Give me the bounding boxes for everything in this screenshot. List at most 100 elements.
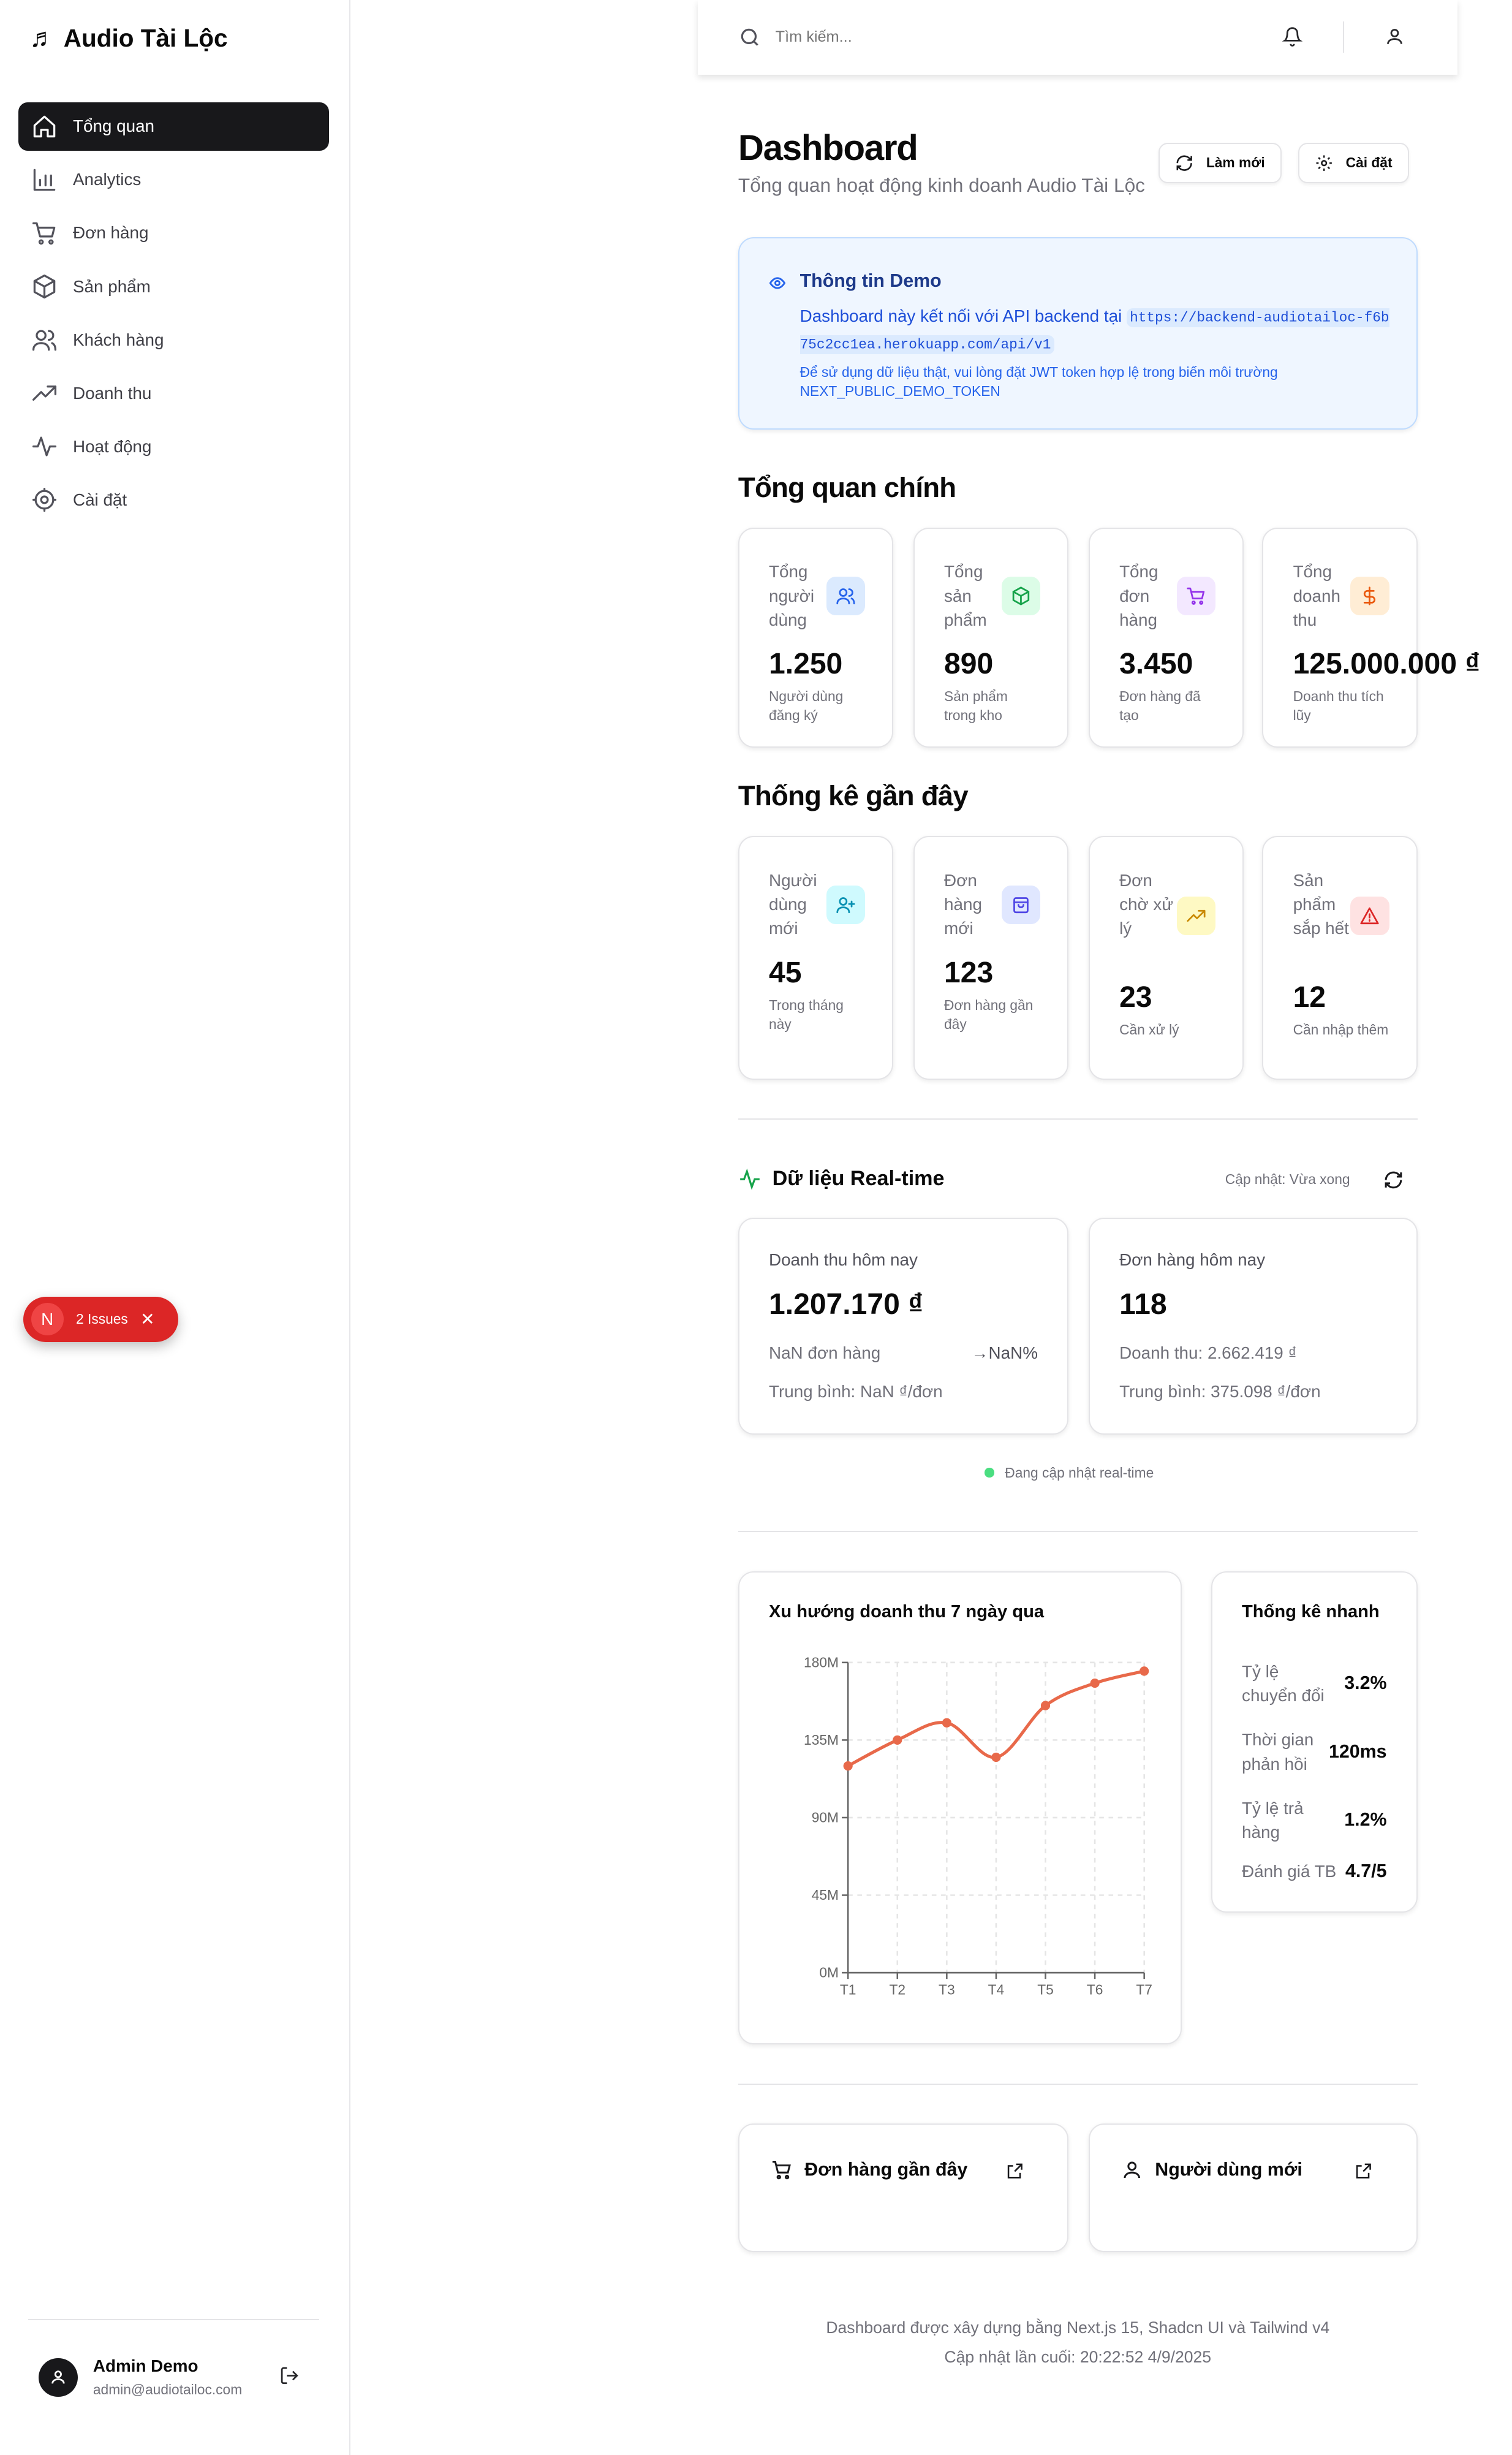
close-icon[interactable]: ✕ bbox=[140, 1309, 154, 1329]
card-value: 1.207.170 ₫ bbox=[768, 1288, 923, 1321]
sidebar-item-2[interactable]: Đơn hàng bbox=[18, 209, 328, 257]
user-email: admin@audiotailoc.com bbox=[93, 2381, 243, 2397]
y-tick-label: 0M bbox=[819, 1965, 839, 1981]
stat-value: 1.2% bbox=[1344, 1809, 1387, 1830]
alert-triangle-icon bbox=[1360, 907, 1379, 924]
card-value: 123 bbox=[944, 955, 994, 989]
overview-title: Tổng quan chính bbox=[738, 471, 956, 503]
card-value: 890 bbox=[944, 647, 994, 681]
sidebar-item-0[interactable]: Tổng quan bbox=[18, 102, 329, 151]
card-value: 45 bbox=[768, 955, 802, 989]
demo-description: Dashboard này kết nối với API backend tạ… bbox=[799, 306, 1122, 325]
card-subtext: Doanh thu tích lũy bbox=[1293, 688, 1384, 724]
y-tick-label: 180M bbox=[804, 1655, 839, 1671]
recent-title: Thống kê gần đây bbox=[738, 780, 969, 812]
sidebar-item-label: Khách hàng bbox=[72, 330, 164, 349]
footer: Dashboard được xây dựng bằng Next.js 15,… bbox=[738, 2313, 1418, 2372]
trending-up-icon bbox=[1187, 909, 1206, 922]
stat-label: Tỷ lệ chuyển đổi bbox=[1242, 1661, 1325, 1706]
card-subtext: Cần xử lý bbox=[1119, 1022, 1179, 1038]
sidebar-item-1[interactable]: Analytics bbox=[18, 156, 328, 203]
revenue-chart-card: Xu hướng doanh thu 7 ngày qua 0M 45M 90M 13… bbox=[738, 1571, 1182, 2045]
new-users-link-card[interactable]: Người dùng mới bbox=[1088, 2123, 1418, 2253]
sidebar-item-3[interactable]: Sản phẩm bbox=[18, 262, 328, 310]
sidebar-item-5[interactable]: Doanh thu bbox=[18, 369, 328, 417]
card-label: Tổng người dùng bbox=[768, 562, 814, 629]
eye-icon bbox=[769, 276, 786, 289]
card-icon-box bbox=[826, 885, 865, 925]
activity-icon bbox=[740, 1168, 760, 1190]
issues-badge[interactable]: N 2 Issues ✕ bbox=[23, 1297, 179, 1342]
recent-stat-card: Sản phẩm sắp hết 12 Cần nhập thêm bbox=[1262, 836, 1418, 1080]
card-icon-box bbox=[826, 577, 865, 616]
card-value: 1.250 bbox=[768, 647, 843, 681]
recent-stat-card: Người dùng mới 45 Trong tháng này bbox=[738, 836, 894, 1080]
page-title: Dashboard bbox=[738, 127, 918, 168]
avatar[interactable] bbox=[39, 2358, 78, 2397]
quick-stats-title: Thống kê nhanh bbox=[1242, 1602, 1380, 1622]
quick-stat-row: Thời gian phản hồi 120ms bbox=[1242, 1728, 1386, 1775]
quick-stat-row: Tỷ lệ chuyển đổi 3.2% bbox=[1242, 1660, 1386, 1707]
data-point bbox=[893, 1735, 902, 1745]
card-subtext: Người dùng đăng ký bbox=[768, 688, 844, 724]
trending-up-icon bbox=[32, 385, 56, 401]
refresh-icon bbox=[1176, 155, 1193, 171]
data-point bbox=[991, 1753, 1001, 1763]
recent-orders-link-card[interactable]: Đơn hàng gần đây bbox=[738, 2123, 1069, 2253]
footer-line: Dashboard được xây dựng bằng Next.js 15,… bbox=[826, 2318, 1330, 2337]
quick-stats-card: Thống kê nhanh Tỷ lệ chuyển đổi 3.2% Thời … bbox=[1211, 1571, 1418, 1913]
card-subtext: Trong tháng này bbox=[768, 996, 844, 1033]
divider bbox=[738, 1118, 1418, 1120]
user-icon bbox=[1124, 2161, 1140, 2179]
settings-button[interactable]: Cài đặt bbox=[1298, 142, 1409, 183]
divider bbox=[1343, 21, 1344, 53]
stat-label: Thời gian phản hồi bbox=[1242, 1730, 1314, 1774]
realtime-status: Đang cập nhật real-time bbox=[985, 1465, 1154, 1481]
external-link-icon[interactable] bbox=[1354, 2162, 1372, 2180]
demo-text: Dashboard này kết nối với API backend tạ… bbox=[799, 304, 1397, 357]
divider bbox=[738, 2083, 1418, 2085]
sidebar-item-4[interactable]: Khách hàng bbox=[18, 316, 328, 363]
gear-icon bbox=[32, 488, 56, 512]
x-tick-label: T7 bbox=[1136, 1982, 1152, 1998]
home-icon bbox=[33, 115, 55, 138]
shopping-bag-icon bbox=[1013, 897, 1029, 914]
sidebar-item-label: Tổng quan bbox=[72, 116, 155, 136]
card-icon-box bbox=[1176, 896, 1215, 935]
data-point bbox=[942, 1718, 951, 1728]
card-value: 23 bbox=[1119, 981, 1152, 1014]
sidebar-item-6[interactable]: Hoạt động bbox=[18, 423, 328, 471]
logout-icon[interactable] bbox=[279, 2366, 300, 2386]
stat-value: 120ms bbox=[1328, 1741, 1387, 1762]
x-tick-label: T2 bbox=[889, 1982, 905, 1998]
sidebar-item-7[interactable]: Cài đặt bbox=[18, 476, 328, 524]
external-link-icon[interactable] bbox=[1005, 2162, 1024, 2180]
realtime-title: Dữ liệu Real-time bbox=[772, 1166, 945, 1190]
recent-stat-card: Đơn chờ xử lý 23 Cần xử lý bbox=[1088, 836, 1244, 1080]
brand[interactable]: ♬ Audio Tài Lộc bbox=[29, 23, 227, 53]
cart-icon bbox=[772, 2160, 791, 2180]
overview-stat-card: Tổng người dùng 1.250 Người dùng đăng ký bbox=[738, 527, 894, 748]
dollar-icon bbox=[1364, 586, 1376, 605]
average: Trung bình: NaN ₫/đơn bbox=[768, 1381, 943, 1401]
link-label: Đơn hàng gần đây bbox=[804, 2159, 968, 2180]
overview-stat-card: Tổng doanh thu 125.000.000 ₫ Doanh thu t… bbox=[1262, 527, 1480, 748]
search-input[interactable] bbox=[775, 28, 1241, 47]
demo-info-box: Thông tin Demo Dashboard này kết nối với… bbox=[738, 237, 1418, 430]
average: Trung bình: 375.098 ₫/đơn bbox=[1119, 1381, 1321, 1401]
refresh-button[interactable]: Làm mới bbox=[1158, 142, 1282, 183]
card-label: Đơn hàng hôm nay bbox=[1119, 1250, 1265, 1269]
bell-icon[interactable] bbox=[1282, 26, 1303, 47]
refresh-icon[interactable] bbox=[1383, 1170, 1404, 1190]
cart-icon bbox=[1187, 588, 1205, 605]
issues-label: 2 Issues bbox=[76, 1311, 128, 1327]
card-icon-box bbox=[1350, 577, 1389, 616]
users-icon bbox=[32, 330, 56, 351]
card-subtext: Đơn hàng đã tạo bbox=[1119, 688, 1201, 724]
data-point bbox=[1040, 1701, 1050, 1710]
user-icon[interactable] bbox=[1385, 26, 1405, 47]
quick-stat-row: Tỷ lệ trả hàng 1.2% bbox=[1242, 1796, 1386, 1844]
divider bbox=[28, 2319, 320, 2320]
card-label: Sản phẩm sắp hết bbox=[1293, 870, 1349, 938]
recent-stat-card: Đơn hàng mới 123 Đơn hàng gần đây bbox=[913, 836, 1069, 1080]
